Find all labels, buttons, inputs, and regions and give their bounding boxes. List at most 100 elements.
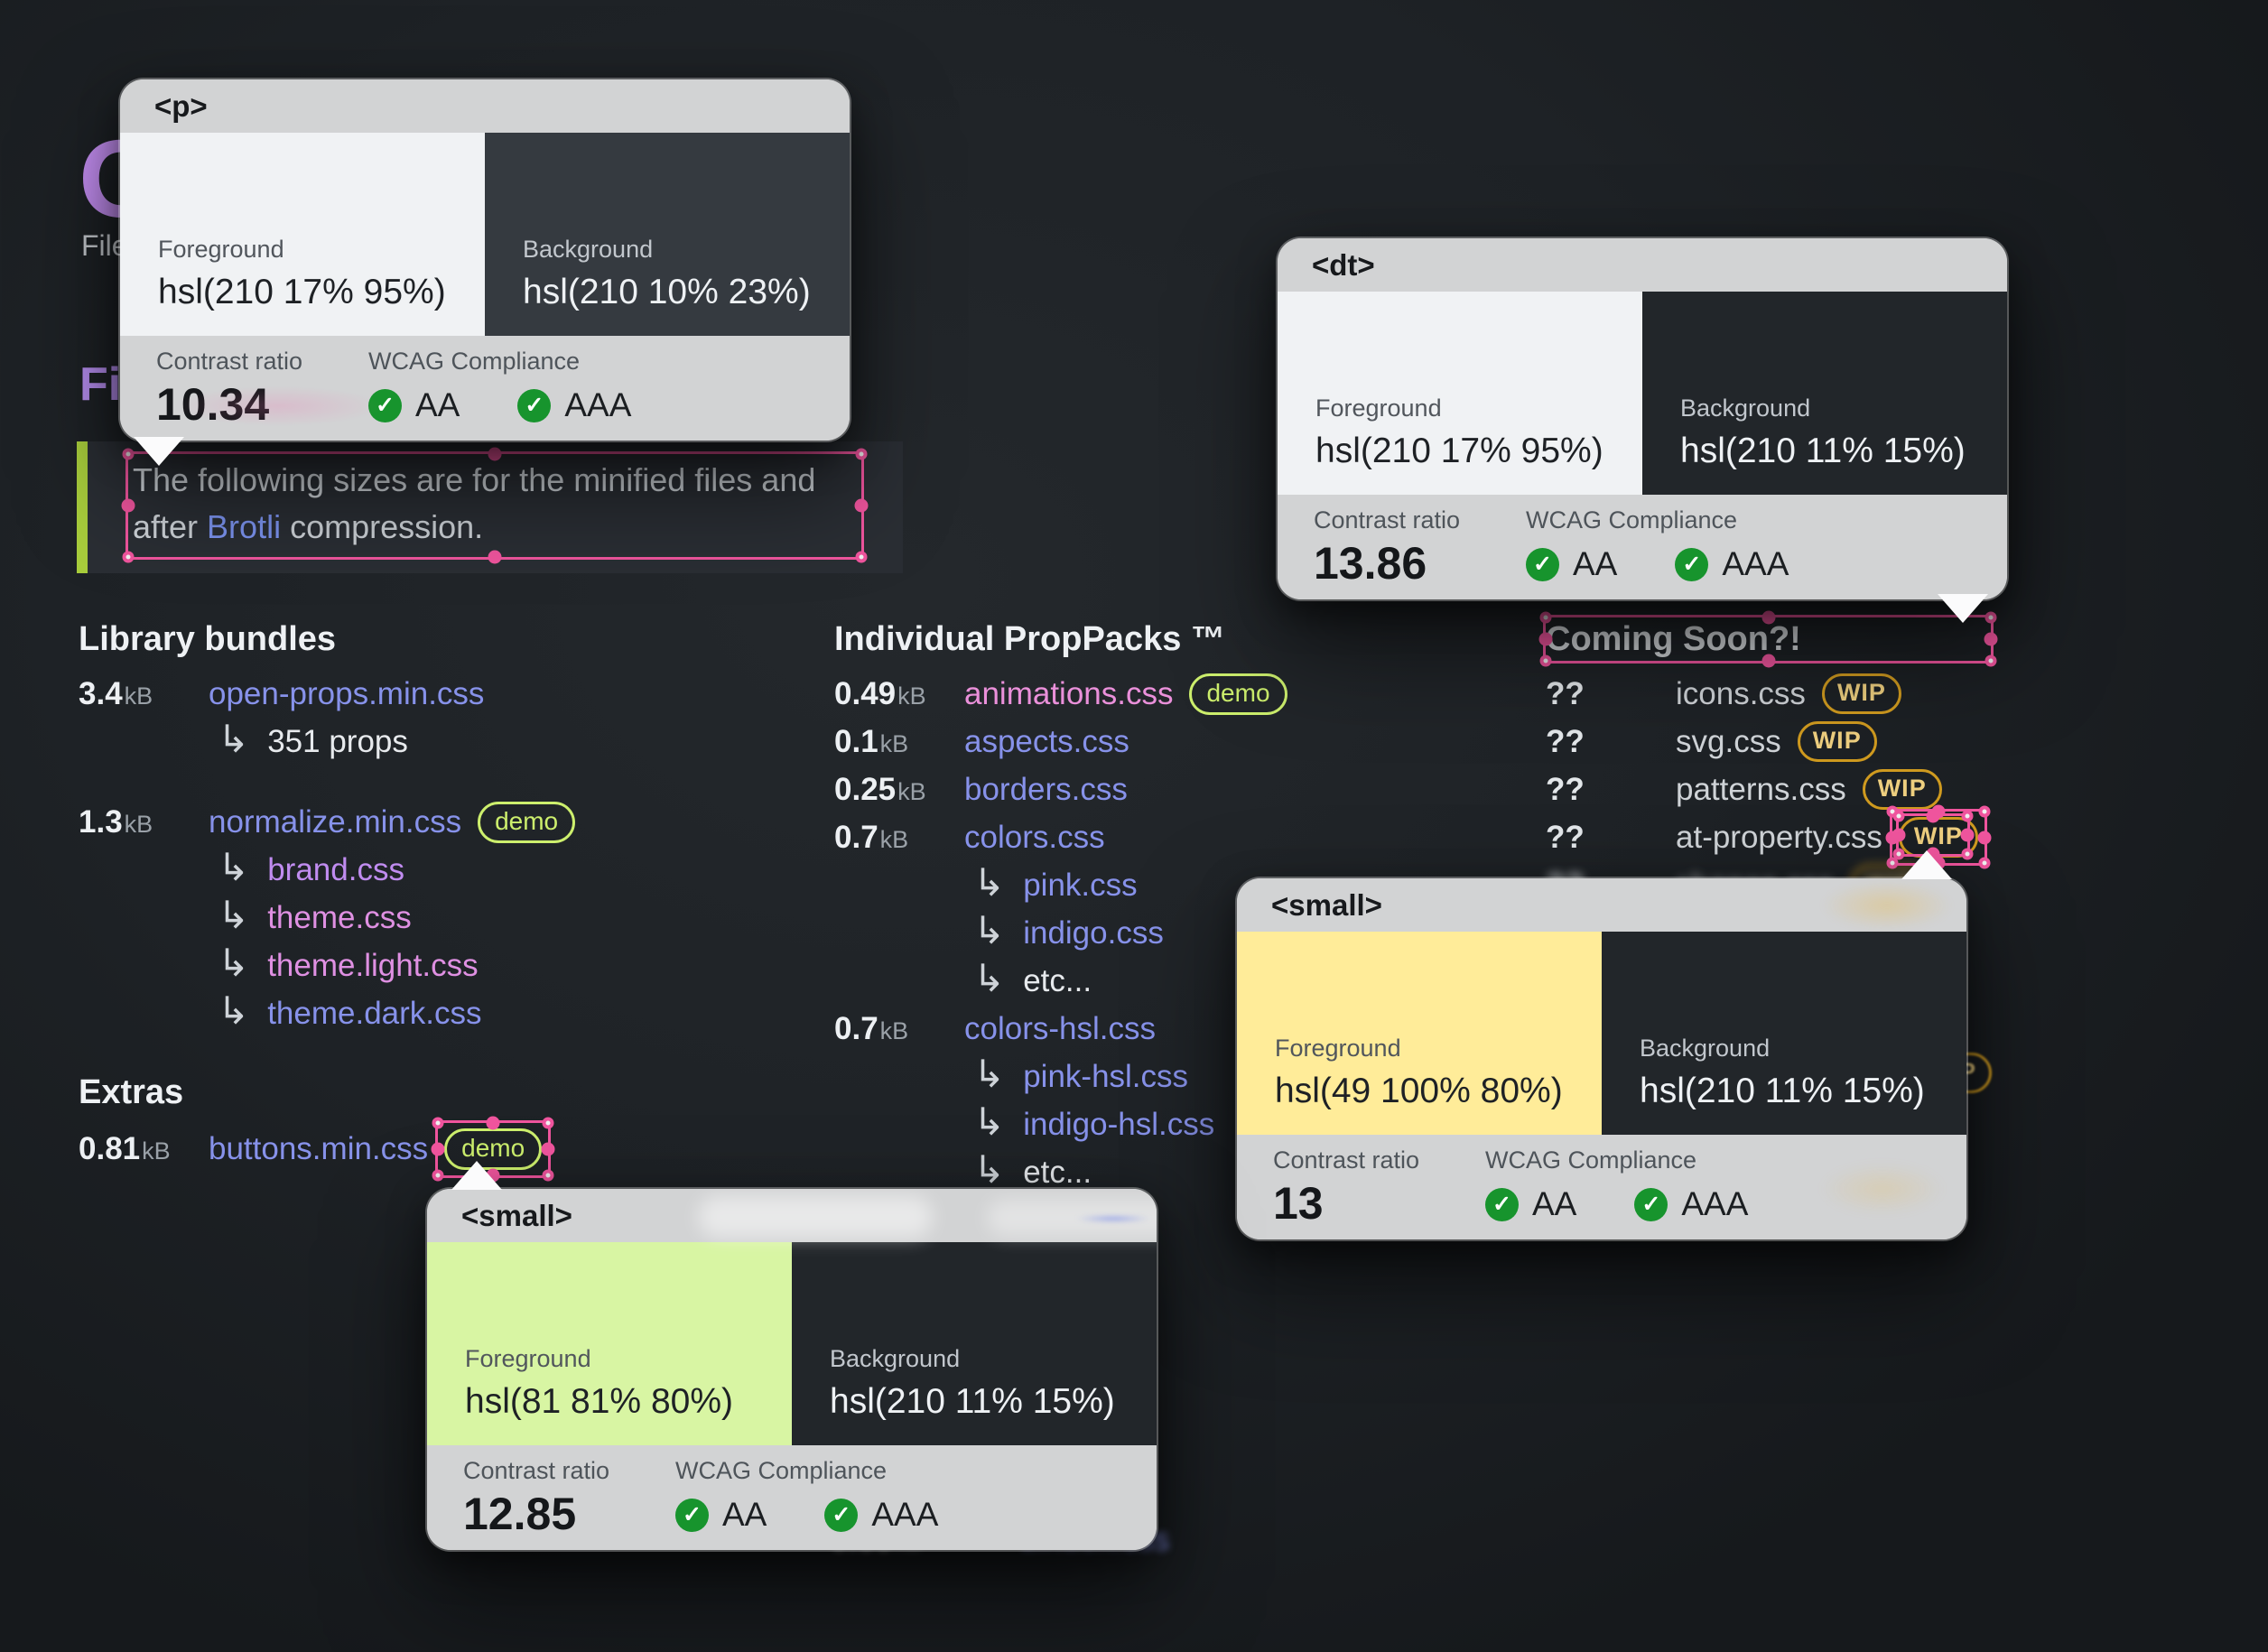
extras-section: Extras 0.81kB buttons.min.css demo bbox=[79, 1073, 711, 1182]
list-item: 0.25kB borders.css bbox=[834, 766, 1340, 813]
tooltip-arrow-down bbox=[1938, 594, 1988, 623]
element-tag: <p> bbox=[154, 88, 208, 123]
file-size-unit: kB bbox=[897, 777, 926, 805]
library-bundles-section: Library bundles 3.4kB open-props.min.css ↳… bbox=[79, 621, 711, 1037]
tooltip-header: <small> bbox=[1237, 878, 1966, 940]
file-link[interactable]: indigo.css bbox=[1023, 915, 1164, 951]
indent-arrow-icon: ↳ bbox=[218, 989, 250, 1032]
list-item: ↳ theme.light.css bbox=[79, 942, 711, 989]
list-item: ↳ brand.css bbox=[79, 846, 711, 894]
file-link[interactable]: colors.css bbox=[964, 820, 1105, 856]
background-value: hsl(210 10% 23%) bbox=[523, 273, 811, 311]
badge-wrap: demo bbox=[478, 801, 576, 843]
brotli-link[interactable]: Brotli bbox=[207, 508, 281, 545]
proppacks-heading: Individual PropPacks ™ bbox=[834, 620, 1225, 658]
note-line1: The following sizes are for the minified… bbox=[133, 461, 816, 498]
file-link[interactable]: theme.dark.css bbox=[267, 996, 481, 1032]
demo-badge[interactable]: demo bbox=[478, 801, 576, 843]
file-link[interactable]: theme.css bbox=[267, 900, 412, 936]
tooltip-footer: Contrast ratio 13 WCAG Compliance ✓ AA ✓ A… bbox=[1237, 1135, 1966, 1239]
file-link[interactable]: borders.css bbox=[964, 772, 1128, 808]
foreground-value: hsl(210 17% 95%) bbox=[158, 273, 446, 311]
check-icon: ✓ bbox=[368, 388, 402, 422]
file-link[interactable]: aspects.css bbox=[964, 724, 1129, 760]
aaa-label: AAA bbox=[564, 386, 632, 423]
frosted-blur-artifact bbox=[987, 1200, 1157, 1236]
indent-arrow-icon: ↳ bbox=[973, 1148, 1006, 1191]
file-link[interactable]: normalize.min.css bbox=[209, 804, 461, 840]
file-link[interactable]: animations.css bbox=[964, 676, 1173, 712]
demo-badge[interactable]: demo bbox=[1189, 673, 1287, 715]
file-link[interactable]: pink.css bbox=[1023, 868, 1137, 904]
file-link[interactable]: colors-hsl.css bbox=[964, 1011, 1156, 1047]
list-item: 0.7kB colors.css bbox=[834, 813, 1340, 861]
list-item: ?? svg.css WIP bbox=[1546, 718, 1995, 766]
indent-arrow-icon: ↳ bbox=[973, 957, 1006, 999]
background-swatch: Background hsl(210 11% 15%) bbox=[1602, 932, 1966, 1135]
file-link[interactable]: icons.css bbox=[1676, 676, 1806, 712]
list-item: 0.81kB buttons.min.css demo bbox=[79, 1116, 711, 1182]
file-size-unit: kB bbox=[879, 729, 909, 757]
frosted-blur-artifact bbox=[698, 1196, 933, 1238]
indent-arrow-icon: ↳ bbox=[973, 1100, 1006, 1143]
file-size: 0.81 bbox=[79, 1130, 141, 1166]
selection-handle[interactable] bbox=[541, 1142, 555, 1155]
file-size-unit: kB bbox=[124, 682, 153, 710]
background-swatch: Background hsl(210 10% 23%) bbox=[485, 133, 850, 336]
tooltip-header: <p> bbox=[120, 79, 850, 133]
frosted-blur-artifact bbox=[1797, 878, 1966, 940]
file-link[interactable]: at-property.css bbox=[1676, 820, 1882, 856]
unknown-size: ?? bbox=[1546, 675, 1585, 711]
tooltip-footer: Contrast ratio 10.34 WCAG Compliance ✓ AA… bbox=[120, 336, 850, 441]
extras-heading: Extras bbox=[79, 1073, 184, 1111]
element-tag: <small> bbox=[461, 1198, 572, 1232]
file-link[interactable]: patterns.css bbox=[1676, 772, 1846, 808]
background-value: hsl(210 11% 15%) bbox=[830, 1382, 1115, 1421]
indent-arrow-icon: ↳ bbox=[218, 942, 250, 984]
file-size: 0.7 bbox=[834, 819, 878, 855]
aaa-label: AAA bbox=[1681, 1185, 1749, 1222]
file-size: 1.3 bbox=[79, 803, 123, 840]
file-link[interactable]: svg.css bbox=[1676, 724, 1781, 760]
list-item: 3.4kB open-props.min.css bbox=[79, 670, 711, 718]
foreground-swatch: Foreground hsl(81 81% 80%) bbox=[427, 1242, 792, 1445]
file-link[interactable]: indigo-hsl.css bbox=[1023, 1107, 1214, 1143]
list-item: 0.1kB aspects.css bbox=[834, 718, 1340, 766]
list-text: etc... bbox=[1023, 962, 1092, 998]
file-link[interactable]: open-props.min.css bbox=[209, 676, 484, 712]
file-link[interactable]: theme.light.css bbox=[267, 948, 478, 984]
element-tag: <small> bbox=[1271, 887, 1382, 922]
badge-wrap: WIP bbox=[1821, 673, 1901, 714]
list-item: ?? patterns.css WIP bbox=[1546, 766, 1995, 813]
contrast-ratio-value: 10.34 bbox=[156, 379, 270, 430]
file-link[interactable]: pink-hsl.css bbox=[1023, 1059, 1188, 1095]
foreground-swatch: Foreground hsl(210 17% 95%) bbox=[120, 133, 485, 336]
sizes-note: The following sizes are for the minified… bbox=[77, 441, 903, 573]
file-size: 0.49 bbox=[834, 675, 897, 711]
aa-label: AA bbox=[1573, 545, 1618, 582]
selection-handle[interactable] bbox=[542, 1117, 554, 1128]
file-link[interactable]: brand.css bbox=[267, 852, 404, 888]
selection-handle[interactable] bbox=[432, 1117, 444, 1128]
tooltip-header: <small> bbox=[427, 1189, 1157, 1242]
aa-label: AA bbox=[415, 386, 460, 423]
file-size: 0.1 bbox=[834, 723, 878, 759]
list-text: etc... bbox=[1023, 1154, 1092, 1190]
file-size-unit: kB bbox=[897, 682, 926, 710]
selection-handle[interactable] bbox=[432, 1169, 444, 1181]
file-link[interactable]: buttons.min.css bbox=[209, 1131, 428, 1167]
selection-handle[interactable] bbox=[542, 1169, 554, 1181]
contrast-tooltip-small-wip: <small> Foreground hsl(49 100% 80%) Back… bbox=[1237, 878, 1966, 1239]
check-icon: ✓ bbox=[1634, 1187, 1668, 1221]
foreground-swatch: Foreground hsl(49 100% 80%) bbox=[1237, 932, 1602, 1135]
selection-handle[interactable] bbox=[1885, 831, 1900, 844]
wip-badge: WIP bbox=[1862, 769, 1942, 810]
file-size: 0.25 bbox=[834, 771, 897, 807]
tooltip-header: <dt> bbox=[1278, 238, 2007, 292]
list-text: 351 props bbox=[267, 723, 408, 759]
selection-handle[interactable] bbox=[486, 1116, 500, 1129]
library-bundles-heading: Library bundles bbox=[79, 620, 337, 658]
unknown-size: ?? bbox=[1546, 771, 1585, 807]
selection-handle[interactable] bbox=[1977, 831, 1992, 844]
selection-handle[interactable] bbox=[431, 1142, 445, 1155]
